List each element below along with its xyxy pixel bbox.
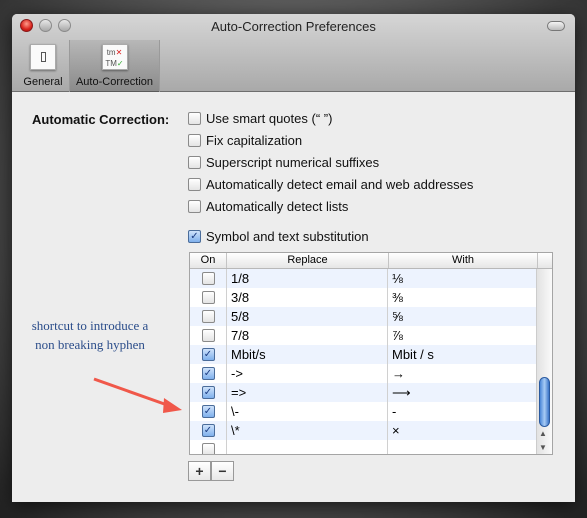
annotation-arrow — [93, 377, 182, 413]
